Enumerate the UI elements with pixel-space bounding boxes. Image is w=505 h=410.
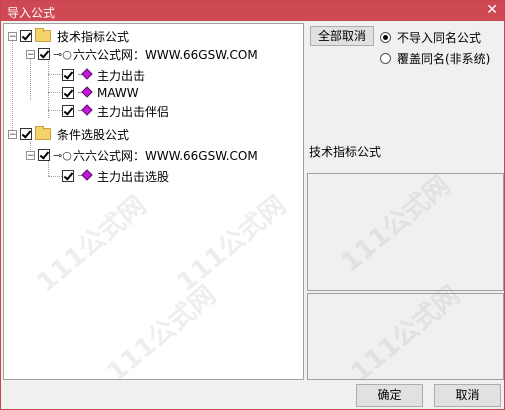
deselect-all-button[interactable]: 全部取消: [310, 26, 374, 46]
tree-item[interactable]: 主力出击伴侣: [62, 102, 169, 120]
collapse-icon[interactable]: −: [8, 31, 17, 41]
item-checkbox[interactable]: [62, 87, 74, 99]
tree-line: [48, 74, 62, 75]
folder-icon: [35, 126, 51, 140]
options-panel: 全部取消 不导入同名公式 覆盖同名(非系统) 技术指标公式 111公式网 111…: [307, 23, 504, 388]
tree-line: [12, 38, 13, 136]
group-checkbox[interactable]: [20, 30, 32, 42]
tree-item[interactable]: 主力出击选股: [62, 167, 169, 185]
import-formula-dialog: 导入公式 ✕ − 技术指标公式 − ⊸○ 六六公式网：WWW.66GSW.COM: [0, 0, 505, 410]
radio-button-icon[interactable]: [380, 32, 391, 43]
formula-icon: [77, 169, 93, 182]
source-label: 六六公式网：WWW.66GSW.COM: [73, 47, 258, 62]
item-checkbox[interactable]: [62, 170, 74, 182]
source-checkbox[interactable]: [38, 149, 50, 161]
section-label: 技术指标公式: [309, 145, 382, 159]
radio-overwrite-same-name[interactable]: 覆盖同名(非系统): [380, 50, 490, 67]
key-icon: ⊸○: [53, 148, 72, 162]
key-icon: ⊸○: [53, 47, 72, 61]
item-checkbox[interactable]: [62, 69, 74, 81]
tree-source-node[interactable]: − ⊸○ 六六公式网：WWW.66GSW.COM: [26, 146, 258, 164]
formula-icon: [77, 68, 93, 81]
folder-icon: [35, 28, 51, 42]
item-checkbox[interactable]: [62, 105, 74, 117]
watermark: 111公式网: [345, 280, 467, 389]
collapse-icon[interactable]: −: [26, 49, 35, 59]
item-label: MAWW: [97, 86, 139, 100]
watermark: 111公式网: [171, 190, 293, 299]
tree-item[interactable]: 主力出击: [62, 66, 145, 84]
tree-group-stock-selection[interactable]: − 条件选股公式: [8, 125, 129, 143]
radio-button-icon[interactable]: [380, 53, 391, 64]
item-label: 主力出击: [97, 68, 146, 83]
title-bar: 导入公式 ✕: [1, 1, 504, 21]
item-label: 主力出击伴侣: [97, 104, 170, 119]
watermark: 111公式网: [335, 170, 457, 279]
item-label: 主力出击选股: [97, 169, 170, 184]
group-label: 技术指标公式: [57, 29, 130, 44]
source-label: 六六公式网：WWW.66GSW.COM: [73, 148, 258, 163]
watermark: 111公式网: [101, 280, 223, 380]
collapse-icon[interactable]: −: [8, 129, 17, 139]
radio-label: 不导入同名公式: [397, 31, 482, 45]
tree-line: [48, 56, 49, 118]
source-checkbox[interactable]: [38, 48, 50, 60]
window-title: 导入公式: [7, 6, 56, 20]
close-icon[interactable]: ✕: [486, 2, 498, 18]
preview-pane: 111公式网: [307, 280, 504, 388]
radio-skip-same-name[interactable]: 不导入同名公式: [380, 29, 481, 46]
group-checkbox[interactable]: [20, 128, 32, 140]
radio-label: 覆盖同名(非系统): [397, 52, 491, 66]
tree-group-tech-indicator[interactable]: − 技术指标公式: [8, 27, 129, 45]
ok-button[interactable]: 确定: [356, 384, 423, 407]
group-label: 条件选股公式: [57, 127, 130, 142]
tree-source-node[interactable]: − ⊸○ 六六公式网：WWW.66GSW.COM: [26, 45, 258, 63]
formula-icon: [77, 104, 93, 117]
description-pane: 111公式网: [307, 170, 504, 291]
tree-line: [48, 110, 62, 111]
tree-item[interactable]: MAWW: [62, 84, 139, 102]
collapse-icon[interactable]: −: [26, 150, 35, 160]
tree-line: [48, 176, 62, 177]
tree-line: [48, 92, 62, 93]
dialog-footer: 确定 取消: [3, 382, 504, 409]
cancel-button[interactable]: 取消: [434, 384, 501, 407]
watermark: 111公式网: [31, 190, 153, 299]
formula-tree[interactable]: − 技术指标公式 − ⊸○ 六六公式网：WWW.66GSW.COM 主力出击 M…: [3, 23, 304, 380]
formula-icon: [77, 86, 93, 99]
